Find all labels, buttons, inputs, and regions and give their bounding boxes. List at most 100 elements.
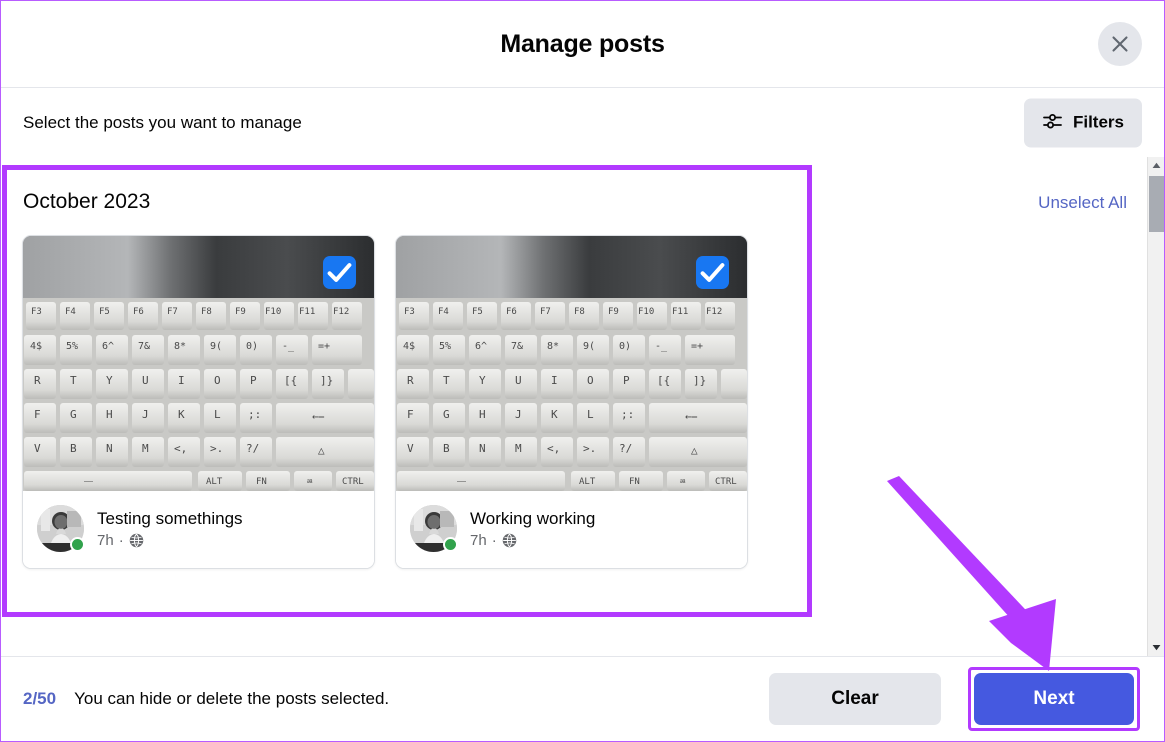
svg-text:F: F [407,408,414,421]
svg-text:?/: ?/ [619,442,632,455]
svg-text:⎂: ⎂ [307,477,313,487]
svg-text:M: M [142,442,149,455]
online-status-dot [70,537,85,552]
svg-text:Y: Y [479,374,486,387]
scroll-up-arrow-icon[interactable] [1148,157,1164,174]
svg-text:ALT: ALT [206,477,223,487]
svg-text:F5: F5 [99,307,110,317]
svg-text:-_: -_ [282,341,295,352]
svg-text:H: H [479,408,486,421]
svg-text:N: N [479,442,486,455]
svg-text:F5: F5 [472,307,483,317]
svg-text:>.: >. [210,442,223,455]
svg-text:]}: ]} [693,374,706,387]
svg-text:G: G [443,408,450,421]
post-meta: Testing somethings 7h · [23,491,374,568]
svg-text:F11: F11 [299,307,315,317]
manage-posts-dialog: Manage posts Select the posts you want t… [0,0,1165,742]
scrollbar-thumb[interactable] [1149,176,1164,232]
svg-text:6^: 6^ [102,341,114,352]
keyboard-photo: F3 F4 F5 F6 F7 F8 F9 F10 F11 F12 4$ 5% 6… [23,236,374,491]
avatar [410,505,458,552]
posts-body: October 2023 Unselect All F3 F4 F5 F6 F7… [1,157,1164,656]
svg-text:N: N [106,442,113,455]
svg-text:FN: FN [256,477,267,487]
post-card[interactable]: F3 F4 F5 F6 F7 F8 F9 F10 F11 F12 4$ 5% 6… [395,235,748,569]
svg-text:F3: F3 [404,307,415,317]
svg-text:ALT: ALT [579,477,596,487]
post-separator: · [491,531,497,549]
svg-text:8*: 8* [547,341,559,352]
post-checkbox[interactable] [323,256,356,289]
svg-text:F9: F9 [235,307,246,317]
globe-icon [129,533,144,548]
svg-text:F6: F6 [133,307,144,317]
close-icon [1110,34,1130,54]
svg-text:6^: 6^ [475,341,487,352]
filters-button[interactable]: Filters [1023,98,1142,147]
svg-text:←⎯: ←⎯ [685,410,698,423]
posts-scroll-area: October 2023 Unselect All F3 F4 F5 F6 F7… [1,157,1147,656]
svg-text:;:: ;: [621,408,634,421]
footer-actions: Clear Next [769,667,1140,731]
selection-count: 2/50 [23,689,57,708]
close-button[interactable] [1098,22,1142,66]
svg-text:←⎯: ←⎯ [312,410,325,423]
next-button-highlight: Next [968,667,1140,731]
post-title: Working working [470,508,596,528]
svg-text:<,: <, [547,442,560,455]
svg-text:F6: F6 [506,307,517,317]
svg-text:F9: F9 [608,307,619,317]
online-status-dot [443,537,458,552]
svg-text:⎂: ⎂ [680,477,686,487]
svg-text:I: I [178,374,185,387]
svg-text:K: K [551,408,558,421]
svg-text:V: V [34,442,41,455]
svg-text:7&: 7& [138,341,150,352]
checkmark-icon [700,263,725,282]
svg-text:L: L [587,408,594,421]
svg-text:FN: FN [629,477,640,487]
clear-button[interactable]: Clear [769,673,941,725]
dialog-footer: 2/50 You can hide or delete the posts se… [1,656,1164,741]
page-title: Manage posts [500,29,665,58]
svg-text:U: U [142,374,149,387]
post-text: Testing somethings 7h · [97,509,243,549]
svg-text:?/: ?/ [246,442,259,455]
svg-text:=+: =+ [691,341,703,352]
sliders-icon [1042,111,1063,135]
svg-text:L: L [214,408,221,421]
svg-text:8*: 8* [174,341,186,352]
post-grid: F3 F4 F5 F6 F7 F8 F9 F10 F11 F12 4$ 5% 6… [22,235,748,569]
svg-text:CTRL: CTRL [342,477,364,487]
instruction-text: Select the posts you want to manage [23,112,302,132]
unselect-all-button[interactable]: Unselect All [1038,193,1127,213]
post-subline: 7h · [470,532,595,549]
svg-text:P: P [623,374,630,387]
svg-text:5%: 5% [439,341,451,352]
next-button[interactable]: Next [974,673,1134,725]
scroll-down-arrow-icon[interactable] [1148,639,1164,656]
svg-text:5%: 5% [66,341,78,352]
svg-text:B: B [70,442,77,455]
post-separator: · [118,531,124,549]
svg-text:R: R [407,374,414,387]
svg-text:B: B [443,442,450,455]
svg-text:T: T [443,374,450,387]
svg-text:>.: >. [583,442,596,455]
svg-text:9(: 9( [210,341,222,352]
svg-text:<,: <, [174,442,187,455]
post-text: Working working 7h · [470,509,595,549]
vertical-scrollbar[interactable] [1147,157,1164,656]
svg-text:I: I [551,374,558,387]
post-thumbnail[interactable]: F3 F4 F5 F6 F7 F8 F9 F10 F11 F12 4$ 5% 6… [396,236,747,491]
post-checkbox[interactable] [696,256,729,289]
svg-text:F7: F7 [540,307,551,317]
svg-text:V: V [407,442,414,455]
svg-text:O: O [214,374,221,387]
post-subline: 7h · [97,532,243,549]
post-card[interactable]: F3 F4 F5 F6 F7 F8 F9 F10 F11 F12 4$ 5% 6… [22,235,375,569]
svg-text:=+: =+ [318,341,330,352]
svg-text:G: G [70,408,77,421]
post-thumbnail[interactable]: F3 F4 F5 F6 F7 F8 F9 F10 F11 F12 4$ 5% 6… [23,236,374,491]
